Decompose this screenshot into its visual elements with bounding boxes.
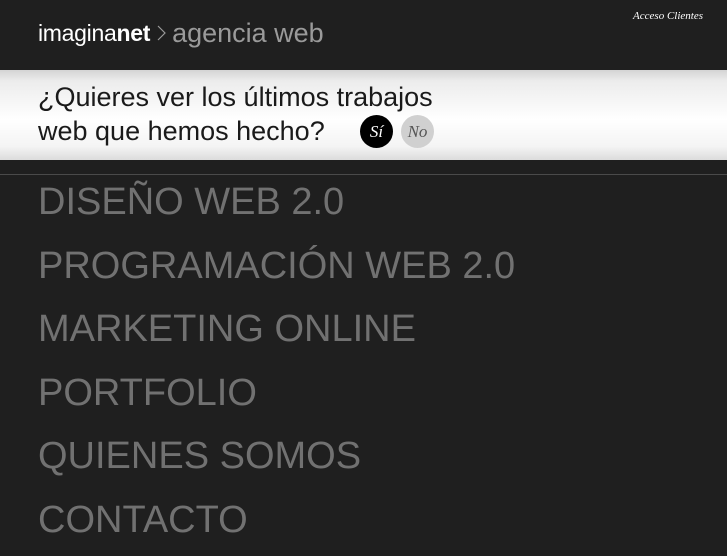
client-access-link[interactable]: Acceso Clientes <box>633 10 703 22</box>
nav-link-portfolio[interactable]: PORTFOLIO <box>38 372 257 415</box>
main-navigation: DISEÑO WEB 2.0 PROGRAMACIÓN WEB 2.0 MARK… <box>38 175 515 556</box>
nav-link-diseno-web[interactable]: DISEÑO WEB 2.0 <box>38 181 344 224</box>
logo-wordmark-bold: net <box>116 20 150 46</box>
site-header: imaginanet agencia web Acceso Clientes <box>0 0 727 70</box>
nav-item-quienes-somos: QUIENES SOMOS <box>38 429 515 493</box>
nav-link-contacto[interactable]: CONTACTO <box>38 499 248 542</box>
logo-wordmark: imaginanet <box>38 20 150 47</box>
nav-item-marketing-online: MARKETING ONLINE <box>38 302 515 366</box>
portfolio-prompt-banner: ¿Quieres ver los últimos trabajos web qu… <box>0 70 727 160</box>
chevron-right-icon <box>157 24 166 42</box>
logo-wordmark-light: imagina <box>38 20 116 46</box>
banner-question-line-1: ¿Quieres ver los últimos trabajos <box>38 82 433 112</box>
nav-link-marketing-online[interactable]: MARKETING ONLINE <box>38 308 416 351</box>
no-button[interactable]: No <box>401 115 434 148</box>
nav-item-programacion-web: PROGRAMACIÓN WEB 2.0 <box>38 239 515 303</box>
nav-link-programacion-web[interactable]: PROGRAMACIÓN WEB 2.0 <box>38 245 515 288</box>
banner-question-line-2: web que hemos hecho? <box>38 116 325 146</box>
nav-item-contacto: CONTACTO <box>38 493 515 556</box>
nav-item-portfolio: PORTFOLIO <box>38 366 515 430</box>
yes-button[interactable]: Sí <box>360 115 393 148</box>
logo-tagline: agencia web <box>172 18 324 49</box>
site-logo[interactable]: imaginanet agencia web <box>38 16 324 50</box>
nav-item-diseno-web: DISEÑO WEB 2.0 <box>38 175 515 239</box>
nav-link-quienes-somos[interactable]: QUIENES SOMOS <box>38 435 361 478</box>
